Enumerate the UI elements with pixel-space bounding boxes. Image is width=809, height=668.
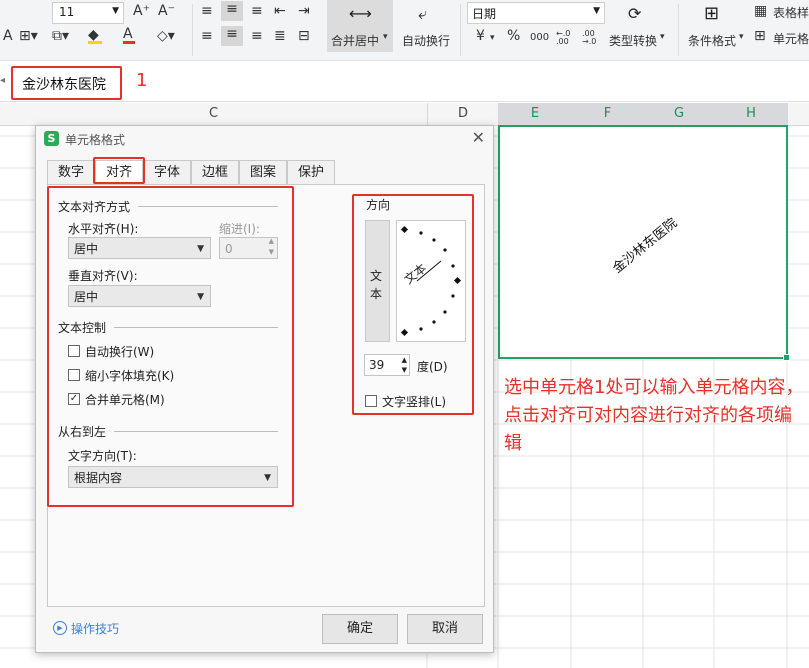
column-header-row: C D E F G H bbox=[0, 103, 809, 126]
annotation-note: 选中单元格1处可以输入单元格内容，点击对齐可对内容进行对齐的各项编辑 bbox=[504, 377, 804, 454]
chevron-down-icon: ▼ bbox=[593, 6, 600, 16]
justify-icon[interactable]: ≣ bbox=[274, 28, 286, 44]
align-bottom-icon[interactable]: ≡ bbox=[251, 3, 263, 19]
wps-logo-icon: S bbox=[44, 131, 59, 146]
ribbon-toolbar: 11 ▼ A⁺ A⁻ A ⊞▾ ⧉▾ ◆ A ◇▾ ≡ ≡ ≡ ⇤ ⇥ ≡ ≡ … bbox=[0, 0, 809, 61]
decimal-decrease-icon[interactable]: .00 →.0 bbox=[582, 30, 602, 46]
cond-format-label: 条件格式 bbox=[688, 34, 737, 48]
merge-center-label: 合并居中 bbox=[331, 34, 380, 48]
annotation-number: 1 bbox=[136, 70, 148, 91]
tab-protection[interactable]: 保护 bbox=[287, 160, 335, 185]
merge-center-arrow: ▾ bbox=[383, 32, 388, 42]
indent-decrease-icon[interactable]: ⇤ bbox=[274, 3, 286, 19]
decimal-increase-icon[interactable]: ←.0 .00 bbox=[556, 30, 576, 46]
align-right-icon[interactable]: ≡ bbox=[251, 28, 263, 44]
ok-button[interactable]: 确定 bbox=[322, 614, 398, 644]
strikethrough-icon[interactable]: A bbox=[3, 28, 13, 44]
column-header-c[interactable]: C bbox=[0, 103, 428, 125]
font-color-icon[interactable]: A bbox=[123, 26, 135, 44]
cell-text: 金沙林东医院 bbox=[610, 215, 681, 277]
tab-pattern[interactable]: 图案 bbox=[239, 160, 287, 185]
tips-icon[interactable]: ▶ bbox=[53, 621, 67, 635]
currency-icon[interactable]: ¥ bbox=[476, 28, 485, 44]
cell-style-icon[interactable]: ⊞ bbox=[754, 28, 766, 44]
number-format-select[interactable]: 日期 ▼ bbox=[467, 2, 605, 24]
formula-input[interactable]: 金沙林东医院 bbox=[11, 66, 122, 100]
column-header-d[interactable]: D bbox=[428, 103, 499, 125]
type-convert-label: 类型转换 bbox=[609, 34, 658, 48]
chevron-down-icon: ▼ bbox=[112, 6, 119, 16]
align-center-icon[interactable]: ≡ bbox=[221, 26, 243, 46]
column-header-g[interactable]: G bbox=[644, 103, 715, 125]
align-left-icon[interactable]: ≡ bbox=[201, 28, 213, 44]
table-style-icon[interactable]: ▦ bbox=[754, 3, 767, 19]
divider bbox=[192, 4, 193, 56]
fill-color-icon[interactable]: ◆ bbox=[88, 27, 102, 44]
chevron-down-icon: ▾ bbox=[660, 32, 665, 42]
fill-handle[interactable] bbox=[783, 354, 790, 361]
wrap-text-label: 自动换行 bbox=[402, 34, 451, 48]
orientation-highlight bbox=[352, 194, 474, 415]
font-grow-icon[interactable]: A⁺ bbox=[133, 3, 150, 19]
selected-merged-cell[interactable]: 金沙林东医院 bbox=[498, 125, 790, 361]
tab-border[interactable]: 边框 bbox=[191, 160, 239, 185]
cancel-button[interactable]: 取消 bbox=[407, 614, 483, 644]
font-size-select[interactable]: 11 ▼ bbox=[52, 2, 124, 24]
format-cells-dialog: S 单元格格式 ✕ 数字 对齐 字体 边框 图案 保护 文本对齐方式 水平对齐(… bbox=[35, 125, 494, 653]
font-size-value: 11 bbox=[59, 5, 75, 19]
distributed-icon[interactable]: ⊟ bbox=[298, 28, 310, 44]
chevron-down-icon: ▾ bbox=[739, 32, 744, 42]
formula-bar: ◂ 金沙林东医院 1 bbox=[0, 61, 809, 102]
align-middle-icon[interactable]: ≡ bbox=[221, 1, 243, 21]
thousands-icon[interactable]: 000 bbox=[530, 30, 549, 46]
cond-format-icon: ⊞ bbox=[704, 3, 720, 24]
formula-content: 金沙林东医院 bbox=[22, 77, 106, 93]
merge-center-icon: ⟷ bbox=[349, 4, 372, 23]
formula-bar-edge: ◂ bbox=[0, 75, 6, 86]
column-header-h[interactable]: H bbox=[715, 103, 788, 125]
divider bbox=[678, 4, 679, 56]
clear-icon[interactable]: ◇▾ bbox=[157, 28, 175, 44]
column-header-f[interactable]: F bbox=[572, 103, 644, 125]
divider bbox=[460, 4, 461, 56]
wrap-text-icon: ⤶ bbox=[418, 4, 427, 23]
type-convert-button[interactable]: ⟳ 类型转换 ▾ bbox=[606, 0, 670, 52]
cond-format-button[interactable]: ⊞ 条件格式 ▾ bbox=[684, 0, 748, 52]
tab-number[interactable]: 数字 bbox=[47, 160, 95, 185]
column-header-e[interactable]: E bbox=[499, 103, 572, 125]
indent-increase-icon[interactable]: ⇥ bbox=[298, 3, 310, 19]
cell-style-label[interactable]: 单元格 bbox=[773, 30, 809, 47]
border-icon[interactable]: ⊞▾ bbox=[19, 28, 38, 44]
table-style-label[interactable]: 表格样 bbox=[773, 4, 809, 21]
alignment-settings-highlight bbox=[47, 186, 294, 507]
format-painter-icon[interactable]: ⧉▾ bbox=[52, 28, 69, 44]
number-format-value: 日期 bbox=[472, 7, 497, 21]
font-shrink-icon[interactable]: A⁻ bbox=[158, 3, 175, 19]
dialog-title: 单元格格式 bbox=[65, 133, 126, 147]
align-top-icon[interactable]: ≡ bbox=[201, 3, 213, 19]
tab-highlight-box bbox=[93, 157, 145, 184]
tips-link[interactable]: 操作技巧 bbox=[71, 620, 119, 637]
merge-center-button[interactable]: ⟷ 合并居中 ▾ bbox=[327, 0, 393, 52]
convert-icon: ⟳ bbox=[628, 4, 642, 23]
tab-font[interactable]: 字体 bbox=[143, 160, 191, 185]
percent-icon[interactable]: % bbox=[507, 28, 520, 44]
dialog-title-bar[interactable]: S 单元格格式 ✕ bbox=[36, 126, 493, 152]
chevron-down-icon[interactable]: ▾ bbox=[490, 30, 495, 46]
wrap-text-button[interactable]: ⤶ 自动换行 bbox=[398, 0, 456, 52]
close-icon[interactable]: ✕ bbox=[472, 128, 485, 147]
